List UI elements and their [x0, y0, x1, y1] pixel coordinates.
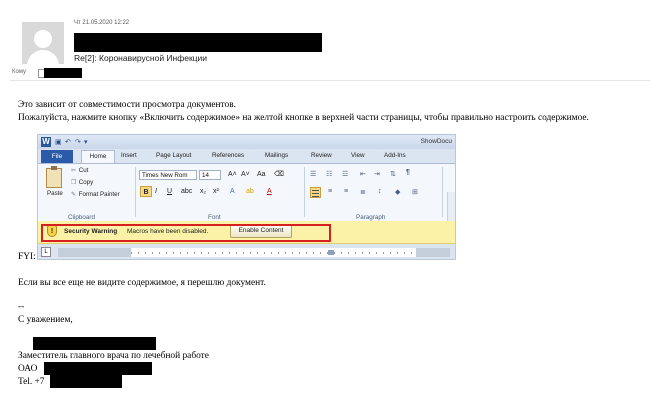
pilcrow-icon: ¶	[406, 169, 410, 176]
body-line-instructions: Пожалуйста, нажмите кнопку «Включить сод…	[18, 113, 589, 123]
copy-icon: ❐	[71, 180, 77, 186]
tab-add-ins: Add-Ins	[384, 152, 406, 159]
font-size-combo: 14	[199, 170, 221, 180]
multilevel-list-icon: ☲	[342, 171, 349, 178]
increase-indent-icon: ⇥	[374, 171, 380, 178]
decrease-indent-icon: ⇤	[360, 171, 366, 178]
grow-font-icon: A˄	[228, 171, 237, 178]
align-center-icon: ≡	[328, 188, 333, 195]
font-name-combo: Times New Rom	[139, 170, 197, 180]
signature-tel: Tel. +7	[18, 377, 45, 387]
save-icon: ▣	[55, 139, 62, 146]
line-spacing-icon: ↕	[378, 188, 382, 195]
body-line-forward: Если вы все еще не видите содержимое, я …	[18, 278, 266, 288]
redacted-phone	[50, 375, 122, 388]
shrink-font-icon: A˅	[241, 171, 250, 178]
body-line-compatibility: Это зависит от совместимости просмотра д…	[18, 100, 236, 110]
paste-label: Paste	[47, 190, 63, 197]
cut-item: ✂ Cut	[71, 167, 89, 174]
ribbon-tabs: File Home Insert Page Layout References …	[38, 149, 455, 163]
italic-icon: I	[155, 188, 157, 195]
clipboard-group-label: Clipboard	[68, 214, 95, 221]
paragraph-group-label: Paragraph	[356, 214, 386, 221]
font-group-label: Font	[208, 214, 221, 221]
embedded-word-ribbon-image: W ▣ ↶ ↷ ▾ ShowDocu File Home Insert Page…	[37, 134, 456, 260]
group-divider	[135, 167, 136, 217]
change-case-icon: Aa	[257, 171, 266, 178]
align-left-icon	[310, 187, 321, 198]
tab-file: File	[41, 150, 73, 163]
avatar-body-shape	[27, 50, 59, 64]
bold-icon: B	[140, 186, 152, 197]
subscript-icon: x₂	[200, 188, 207, 195]
highlight-icon: ab	[246, 188, 254, 195]
paste-icon	[46, 166, 62, 188]
redacted-organization	[44, 362, 152, 375]
qat-dropdown-icon: ▾	[84, 139, 88, 146]
to-label: Кому	[12, 69, 27, 75]
redacted-sender-name	[74, 33, 322, 52]
quick-access-toolbar: W ▣ ↶ ↷ ▾ ShowDocu	[38, 135, 455, 149]
clear-format-icon: ⌫	[274, 171, 284, 178]
header-divider	[10, 80, 650, 81]
signature-title: Заместитель главного врача по лечебной р…	[18, 351, 209, 361]
tab-page-layout: Page Layout	[156, 152, 192, 159]
word-logo-icon: W	[41, 137, 51, 147]
tab-mailings: Mailings	[265, 152, 289, 159]
redacted-recipient	[44, 68, 82, 78]
tab-home: Home	[81, 150, 115, 163]
font-color-icon: A	[267, 188, 272, 195]
signature-dash: --	[18, 302, 25, 312]
message-date: Чт 21.05.2020 12:22	[74, 20, 130, 26]
underline-icon: U	[167, 188, 173, 195]
body-fyi: FYI:	[18, 252, 36, 262]
brush-icon: ✎	[71, 192, 77, 198]
message-subject: Re[2]: Коронавирусной Инфекции	[74, 53, 208, 63]
tab-selector: L	[41, 247, 51, 257]
document-ruler: L	[38, 244, 455, 259]
sort-icon: ⇅	[390, 171, 396, 178]
text-effects-icon: A	[230, 188, 235, 195]
bullets-icon: ☰	[310, 171, 317, 178]
tab-review: Review	[311, 152, 332, 159]
scissors-icon: ✂	[71, 168, 77, 174]
redacted-signature-name	[33, 337, 156, 350]
format-painter-item: ✎ Format Painter	[71, 191, 120, 198]
red-highlight-box	[41, 224, 331, 242]
shading-icon: ◆	[395, 189, 401, 196]
numbering-icon: ☷	[326, 171, 333, 178]
borders-icon: ⊞	[412, 189, 418, 196]
tab-insert: Insert	[121, 152, 137, 159]
strikethrough-icon: abc	[181, 188, 193, 195]
ruler-indent-marker	[328, 250, 334, 255]
avatar-head-shape	[34, 30, 52, 48]
group-divider	[304, 167, 305, 217]
justify-icon: ≣	[360, 189, 366, 196]
superscript-icon: x²	[213, 188, 219, 195]
ruler-ticks	[131, 252, 416, 254]
document-title: ShowDocu	[420, 138, 452, 145]
signature-org: ОАО	[18, 364, 38, 374]
copy-item: ❐ Copy	[71, 179, 94, 186]
sender-avatar	[22, 22, 64, 64]
align-right-icon: ≡	[344, 188, 349, 195]
ruler-strip	[58, 248, 450, 257]
group-divider	[442, 167, 443, 217]
signature-regards: С уважением,	[18, 315, 73, 325]
tab-view: View	[351, 152, 365, 159]
ribbon-groups: Paste ✂ Cut ❐ Copy ✎ Format Painter Clip…	[38, 163, 455, 250]
undo-icon: ↶	[65, 139, 71, 146]
redo-icon: ↷	[75, 139, 81, 146]
tab-references: References	[212, 152, 245, 159]
